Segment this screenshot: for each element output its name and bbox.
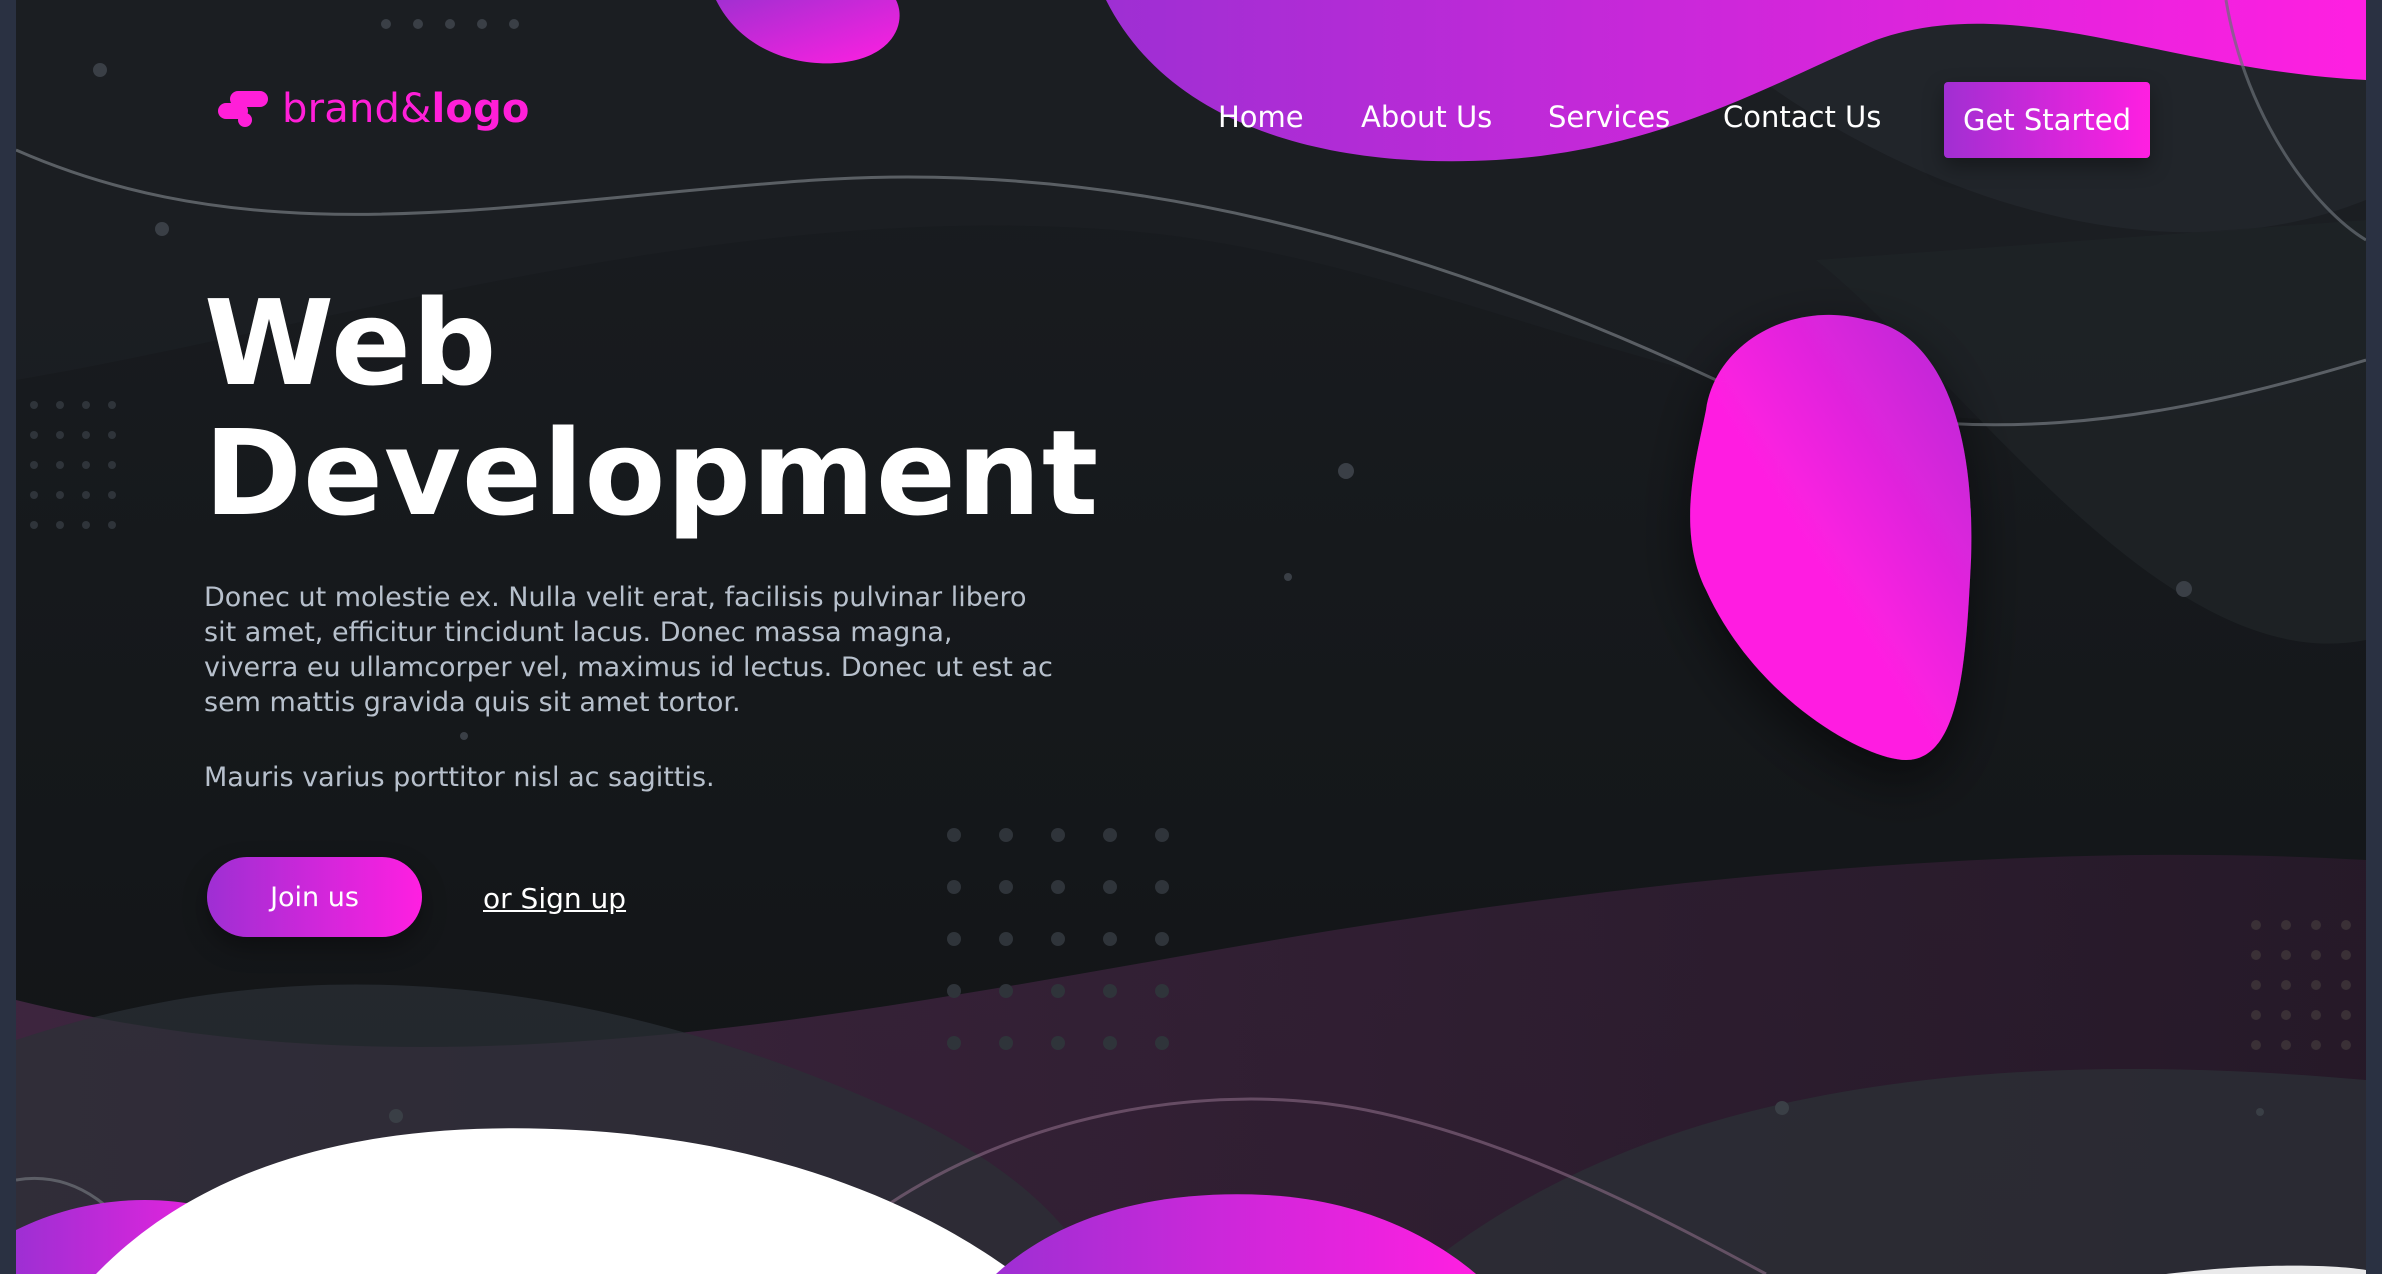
nav-services-link[interactable]: Services bbox=[1548, 100, 1670, 134]
brand-logo-text-bold: logo bbox=[431, 86, 530, 132]
nav-about-us-link[interactable]: About Us bbox=[1361, 100, 1492, 134]
brand-logo[interactable]: brand& logo bbox=[216, 86, 530, 132]
brand-logo-text-regular: brand& bbox=[282, 86, 432, 132]
sign-up-link[interactable]: or Sign up bbox=[483, 882, 626, 915]
hero-title: Web Development bbox=[204, 278, 1099, 538]
nav-contact-us-link[interactable]: Contact Us bbox=[1723, 100, 1881, 134]
get-started-button[interactable]: Get Started bbox=[1944, 82, 2150, 158]
join-us-button[interactable]: Join us bbox=[207, 857, 422, 937]
hero-title-line-2: Development bbox=[204, 404, 1100, 542]
landing-page: brand& logo Home About Us Services Conta… bbox=[16, 0, 2366, 1274]
brand-logo-icon bbox=[218, 91, 268, 127]
nav-home-link[interactable]: Home bbox=[1218, 100, 1304, 134]
hero-description: Donec ut molestie ex. Nulla velit erat, … bbox=[204, 582, 1053, 718]
hero-title-line-1: Web bbox=[204, 274, 498, 412]
hero-subtext: Mauris varius porttitor nisl ac sagittis… bbox=[204, 762, 715, 793]
